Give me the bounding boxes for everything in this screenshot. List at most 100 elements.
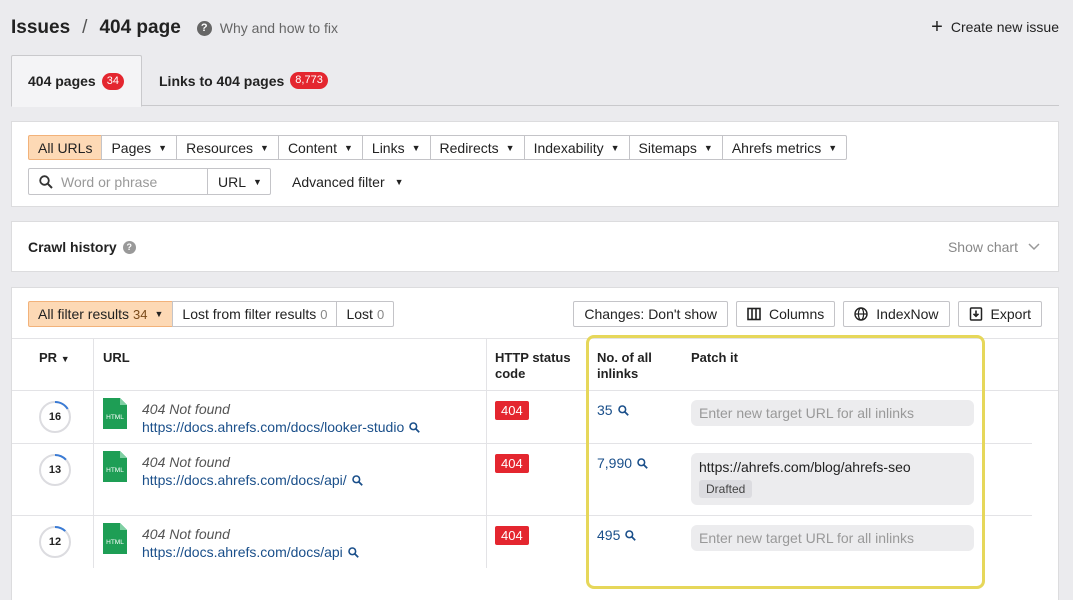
html-file-icon: HTML [103, 451, 127, 482]
filter-links[interactable]: Links ▼ [361, 135, 431, 160]
filter-label: Ahrefs metrics [731, 139, 822, 156]
export-button[interactable]: Export [957, 301, 1042, 327]
pr-progress-arc [54, 401, 69, 410]
segment-count: 0 [320, 306, 328, 322]
filter-label: Indexability [533, 139, 604, 156]
filter-resources[interactable]: Resources ▼ [176, 135, 279, 160]
segment-lost[interactable]: Lost 0 [336, 301, 395, 327]
columns-icon [747, 307, 761, 321]
crawl-history-title: Crawl history ? [28, 239, 136, 255]
inlinks-value: 7,990 [597, 455, 633, 471]
show-chart-toggle[interactable]: Show chart [948, 239, 1040, 255]
html-file-icon: HTML [103, 523, 127, 554]
search-icon[interactable] [348, 546, 359, 558]
filter-label: Redirects [439, 139, 499, 156]
html-file-icon: HTML [103, 398, 127, 429]
filter-label: Sitemaps [638, 139, 697, 156]
why-and-how-link[interactable]: ? Why and how to fix [196, 20, 339, 36]
url-text: https://docs.ahrefs.com/docs/api/ [142, 472, 347, 488]
create-issue-label: Create new issue [950, 19, 1059, 35]
crawl-history-panel: Crawl history ? Show chart [11, 221, 1059, 272]
caret-down-icon: ▼ [505, 142, 515, 153]
tab-404-pages[interactable]: 404 pages 34 [11, 55, 142, 107]
changes-button[interactable]: Changes: Don't show [573, 301, 729, 327]
advanced-filter-button[interactable]: Advanced filter ▼ [292, 174, 404, 190]
patch-url-input[interactable]: Enter new target URL for all inlinks [691, 525, 974, 551]
search-icon[interactable] [409, 421, 421, 433]
url-link[interactable]: https://docs.ahrefs.com/docs/api/ [142, 472, 363, 488]
filter-content[interactable]: Content ▼ [277, 135, 363, 160]
table-row[interactable]: 13 HTML 404 Not found https://docs.ahref… [12, 445, 1032, 516]
column-label: URL [103, 350, 130, 365]
filter-sitemaps[interactable]: Sitemaps ▼ [628, 135, 723, 160]
pr-gauge: 13 [39, 454, 71, 486]
url-link[interactable]: https://docs.ahrefs.com/docs/looker-stud… [142, 419, 421, 435]
filter-ahrefs-metrics[interactable]: Ahrefs metrics ▼ [721, 135, 848, 160]
chevron-down-icon [1028, 243, 1040, 251]
column-header-http-status: HTTP status code [495, 350, 571, 382]
columns-button[interactable]: Columns [736, 301, 836, 327]
table-row[interactable]: 12 HTML 404 Not found https://docs.ahref… [12, 517, 1032, 569]
filter-label: Content [287, 139, 337, 156]
breadcrumb-root[interactable]: Issues [11, 17, 70, 39]
search-icon[interactable] [637, 457, 648, 469]
patch-url-input[interactable]: https://ahrefs.com/blog/ahrefs-seo Draft… [691, 453, 974, 505]
filters-panel: All URLs Pages ▼ Resources ▼ Content ▼ Link… [11, 121, 1059, 207]
caret-down-icon: ▼ [253, 176, 262, 187]
url-text: https://docs.ahrefs.com/docs/looker-stud… [142, 419, 405, 435]
plus-icon: + [931, 16, 943, 38]
breadcrumb-separator: / [82, 17, 88, 38]
segment-all-filter-results[interactable]: All filter results 34 ▼ [28, 301, 174, 327]
patch-url-input[interactable]: Enter new target URL for all inlinks [691, 400, 974, 426]
caret-down-icon: ▼ [154, 309, 164, 319]
status-text: 404 Not found [142, 526, 230, 542]
indexnow-button[interactable]: IndexNow [843, 301, 950, 327]
segment-label: Lost [346, 306, 373, 322]
search-icon[interactable] [625, 529, 637, 541]
search-row: Word or phrase URL ▼ Advanced filter ▼ [28, 168, 404, 195]
filter-indexability[interactable]: Indexability ▼ [523, 135, 630, 160]
pr-gauge: 16 [39, 401, 71, 433]
inlinks-link[interactable]: 495 [597, 527, 637, 543]
filter-label: Pages [111, 139, 152, 156]
column-label: PR [39, 350, 58, 365]
status-text: 404 Not found [142, 401, 230, 417]
filter-all-urls[interactable]: All URLs [28, 135, 103, 160]
filter-pages[interactable]: Pages ▼ [101, 135, 178, 160]
results-segment-group: All filter results 34 ▼ Lost from filter r… [28, 301, 395, 327]
tab-links-to-404[interactable]: Links to 404 pages 8,773 [143, 55, 344, 106]
caret-down-icon: ▼ [411, 142, 421, 153]
filter-label: Links [371, 139, 405, 156]
segment-count: 0 [376, 306, 385, 322]
help-circle-icon: ? [196, 20, 212, 36]
download-icon [969, 307, 982, 321]
url-link[interactable]: https://docs.ahrefs.com/docs/api [142, 544, 359, 560]
table-row[interactable]: 16 HTML 404 Not found https://docs.ahref… [12, 392, 1032, 444]
inlinks-link[interactable]: 7,990 [597, 455, 648, 471]
show-chart-label: Show chart [947, 239, 1018, 255]
column-header-patch-it: Patch it [691, 350, 738, 366]
filter-label: Resources [186, 139, 254, 156]
search-scope-select[interactable]: URL ▼ [208, 168, 271, 195]
crawl-history-label: Crawl history [28, 239, 117, 255]
column-label: code [495, 366, 526, 381]
why-and-how-label: Why and how to fix [219, 20, 339, 36]
advanced-filter-label: Advanced filter [292, 173, 385, 190]
caret-down-icon: ▼ [828, 142, 838, 153]
inlinks-link[interactable]: 35 [597, 402, 629, 418]
pr-progress-arc [54, 454, 67, 461]
tab-label: 404 pages [28, 73, 96, 89]
segment-lost-from-filter[interactable]: Lost from filter results 0 [172, 301, 338, 327]
inlinks-value: 495 [597, 527, 621, 543]
column-label: inlinks [597, 366, 639, 381]
tab-label: Links to 404 pages [159, 72, 285, 89]
help-circle-icon[interactable]: ? [122, 240, 136, 254]
search-icon[interactable] [617, 404, 629, 416]
column-header-pr[interactable]: PR ▼ [39, 350, 70, 367]
filter-redirects[interactable]: Redirects ▼ [429, 135, 525, 160]
create-issue-button[interactable]: + Create new issue [931, 16, 1059, 38]
globe-icon [854, 307, 868, 321]
search-input[interactable]: Word or phrase [28, 168, 208, 195]
search-icon[interactable] [351, 474, 363, 486]
table-header: PR ▼ URL HTTP status code No. of all inlin… [12, 338, 1058, 391]
